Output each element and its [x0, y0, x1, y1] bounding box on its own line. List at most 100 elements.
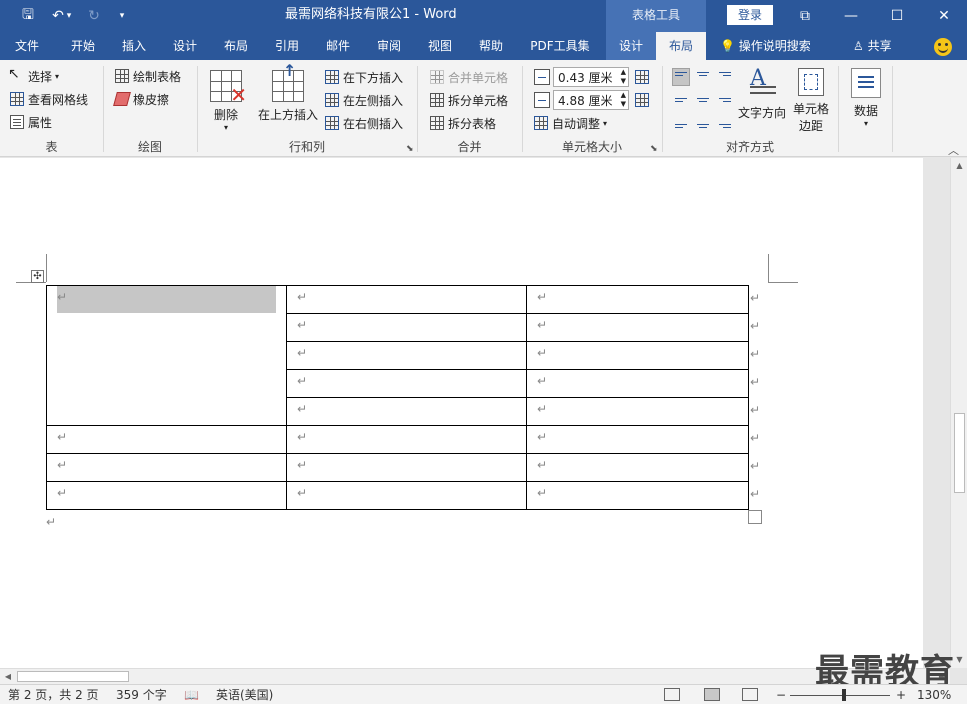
- table-cell[interactable]: ↵: [286, 453, 527, 482]
- collapse-ribbon-icon[interactable]: ︿: [948, 142, 959, 158]
- tell-me-search[interactable]: 💡 操作说明搜索: [720, 32, 811, 60]
- align-bottom-right-button[interactable]: [716, 114, 734, 132]
- column-width-input[interactable]: 4.88 厘米 ▲ ▼: [553, 90, 629, 110]
- tab-review[interactable]: 审阅: [366, 32, 412, 60]
- delete-button[interactable]: 删除 ▾: [206, 70, 247, 132]
- tab-help[interactable]: 帮助: [468, 32, 514, 60]
- tab-home[interactable]: 开始: [60, 32, 106, 60]
- table-cell[interactable]: ↵: [46, 481, 287, 510]
- split-cells-button[interactable]: 拆分单元格: [430, 90, 508, 110]
- merge-cells-button[interactable]: 合并单元格: [430, 67, 508, 87]
- insert-below-button[interactable]: 在下方插入: [325, 67, 403, 87]
- document-table[interactable]: ↵ ↵ ↵ ↵ ↵ ↵ ↵ ↵ ↵ ↵ ↵ ↵ ↵ ↵ ↵ ↵ ↵ ↵ ↵ ↵: [46, 285, 749, 510]
- table-cell[interactable]: ↵: [526, 285, 749, 314]
- horizontal-scroll-thumb[interactable]: [17, 671, 129, 682]
- minimize-icon[interactable]: —: [828, 0, 874, 32]
- autofit-button[interactable]: 自动调整 ▾: [534, 113, 607, 133]
- eraser-button[interactable]: 橡皮擦: [113, 89, 169, 109]
- scroll-left-icon[interactable]: ◀: [0, 669, 16, 685]
- scroll-up-icon[interactable]: ▲: [951, 158, 967, 174]
- cell-margins-button[interactable]: 单元格 边距: [790, 68, 832, 134]
- page-count[interactable]: 第 2 页，共 2 页: [8, 685, 99, 704]
- align-middle-center-button[interactable]: [694, 91, 712, 109]
- maximize-icon[interactable]: ☐: [874, 0, 920, 32]
- undo-dropdown-icon[interactable]: ▾: [62, 0, 76, 32]
- table-cell[interactable]: ↵: [46, 453, 287, 482]
- tab-pdf-tools[interactable]: PDF工具集: [522, 32, 598, 60]
- read-mode-icon[interactable]: [664, 688, 680, 701]
- vertical-scrollbar[interactable]: ▲ ▼: [950, 158, 967, 668]
- insert-right-button[interactable]: 在右侧插入: [325, 113, 403, 133]
- draw-table-button[interactable]: 绘制表格: [115, 66, 181, 86]
- table-cell[interactable]: ↵: [286, 397, 527, 426]
- distribute-rows-button[interactable]: [635, 67, 653, 87]
- zoom-slider[interactable]: [790, 695, 890, 696]
- zoom-slider-thumb[interactable]: [842, 689, 846, 701]
- table-cell[interactable]: ↵: [526, 397, 749, 426]
- table-cell[interactable]: ↵: [286, 425, 527, 454]
- data-button[interactable]: 数据 ▾: [848, 68, 884, 128]
- insert-left-button[interactable]: 在左侧插入: [325, 90, 403, 110]
- table-cell[interactable]: ↵: [526, 313, 749, 342]
- text-direction-button[interactable]: 文字方向: [736, 66, 788, 121]
- align-bottom-center-button[interactable]: [694, 114, 712, 132]
- tab-design[interactable]: 设计: [162, 32, 208, 60]
- proofing-icon[interactable]: 📖: [184, 685, 199, 704]
- language-indicator[interactable]: 英语(美国): [216, 685, 273, 704]
- table-cell[interactable]: ↵: [526, 341, 749, 370]
- feedback-smiley-icon[interactable]: [934, 38, 952, 56]
- tab-layout[interactable]: 布局: [213, 32, 259, 60]
- align-top-right-button[interactable]: [716, 68, 734, 86]
- zoom-in-button[interactable]: +: [896, 685, 906, 704]
- zoom-level[interactable]: 130%: [917, 685, 951, 704]
- table-cell[interactable]: ↵: [46, 425, 287, 454]
- table-cell[interactable]: ↵: [526, 369, 749, 398]
- table-cell[interactable]: ↵: [286, 313, 527, 342]
- tab-insert[interactable]: 插入: [111, 32, 157, 60]
- cell-size-dialog-launcher-icon[interactable]: ⬊: [650, 144, 658, 154]
- table-cell[interactable]: ↵: [286, 341, 527, 370]
- align-middle-left-button[interactable]: [672, 91, 690, 109]
- tab-mailings[interactable]: 邮件: [315, 32, 361, 60]
- column-width-spinner-icon[interactable]: ▲ ▼: [621, 91, 626, 109]
- horizontal-scrollbar[interactable]: ◀ ▶: [0, 668, 950, 684]
- zoom-out-button[interactable]: −: [776, 685, 786, 704]
- web-layout-icon[interactable]: [742, 688, 758, 701]
- word-count[interactable]: 359 个字: [116, 685, 167, 704]
- row-height-spinner-icon[interactable]: ▲ ▼: [621, 68, 626, 86]
- row-height-input[interactable]: 0.43 厘米 ▲ ▼: [553, 67, 629, 87]
- print-layout-icon[interactable]: [704, 688, 720, 701]
- table-cell[interactable]: ↵: [526, 425, 749, 454]
- insert-above-button[interactable]: 在上方插入: [256, 61, 320, 123]
- tab-file[interactable]: 文件: [4, 32, 50, 60]
- login-button[interactable]: 登录: [727, 5, 773, 25]
- share-button[interactable]: ♙ 共享: [853, 32, 892, 60]
- view-gridlines-button[interactable]: 查看网格线: [10, 89, 88, 109]
- table-cell[interactable]: ↵: [526, 481, 749, 510]
- vertical-scroll-thumb[interactable]: [954, 413, 965, 493]
- customize-toolbar-icon[interactable]: ▾: [108, 0, 136, 32]
- tab-view[interactable]: 视图: [417, 32, 463, 60]
- close-icon[interactable]: ✕: [921, 0, 967, 32]
- rows-columns-dialog-launcher-icon[interactable]: ⬊: [406, 144, 414, 154]
- table-cell[interactable]: ↵: [286, 481, 527, 510]
- table-cell[interactable]: ↵: [286, 285, 527, 314]
- tab-table-design[interactable]: 设计: [606, 32, 656, 60]
- ribbon-display-options-icon[interactable]: ⧉: [782, 0, 828, 32]
- align-top-center-button[interactable]: [694, 68, 712, 86]
- align-bottom-left-button[interactable]: [672, 114, 690, 132]
- table-cell[interactable]: ↵: [526, 453, 749, 482]
- redo-icon[interactable]: ↻: [80, 0, 108, 32]
- split-table-button[interactable]: 拆分表格: [430, 113, 496, 133]
- document-page[interactable]: ✣ ↵ ↵ ↵ ↵ ↵ ↵ ↵ ↵ ↵ ↵ ↵ ↵ ↵ ↵ ↵ ↵ ↵ ↵ ↵ …: [0, 158, 923, 668]
- table-resize-handle[interactable]: [748, 510, 762, 524]
- table-cell-merged[interactable]: ↵: [46, 285, 287, 426]
- tab-references[interactable]: 引用: [264, 32, 310, 60]
- distribute-columns-button[interactable]: [635, 90, 653, 110]
- properties-button[interactable]: 属性: [10, 112, 52, 132]
- align-middle-right-button[interactable]: [716, 91, 734, 109]
- select-button[interactable]: 选择▾: [8, 66, 59, 86]
- save-icon[interactable]: 🖫: [14, 0, 42, 32]
- align-top-left-button[interactable]: [672, 68, 690, 86]
- tab-table-layout[interactable]: 布局: [656, 32, 706, 60]
